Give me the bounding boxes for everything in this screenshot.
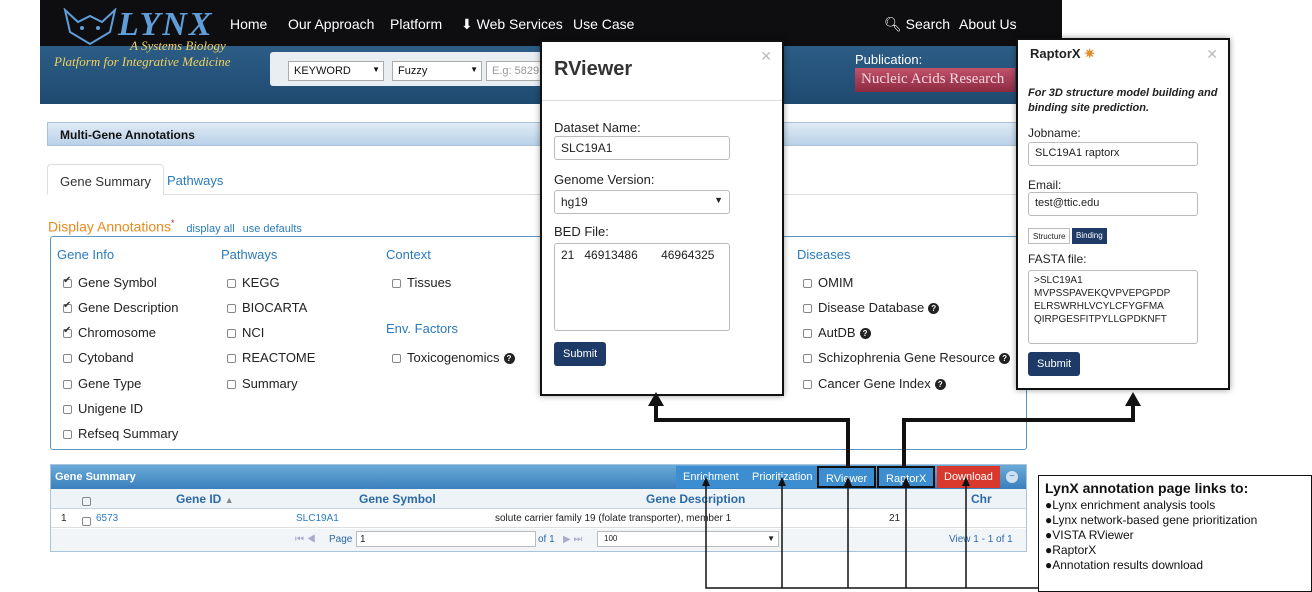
raptorx-arrow-path — [902, 404, 1135, 466]
note-item: ●Annotation results download — [1045, 558, 1204, 572]
note-item-text: Lynx network-based gene prioritization — [1052, 513, 1258, 527]
note-item-text: Annotation results download — [1052, 558, 1204, 572]
raptorx-arrow-head — [1125, 392, 1141, 406]
note-item-text: RaptorX — [1052, 543, 1097, 557]
download-link-arrowhead — [962, 477, 970, 486]
raptorx-link-arrowhead — [902, 477, 910, 486]
rviewer-arrow-head — [648, 392, 664, 406]
note-item-text: VISTA RViewer — [1052, 528, 1134, 542]
rviewer-link-arrowhead — [844, 477, 852, 486]
rviewer-arrow-path — [654, 404, 850, 466]
note-item: ●Lynx enrichment analysis tools — [1045, 498, 1216, 512]
note-title: LynX annotation page links to: — [1045, 480, 1249, 496]
note-item: ●RaptorX — [1045, 543, 1097, 557]
note-item: ●VISTA RViewer — [1045, 528, 1134, 542]
annotation-links-note: LynX annotation page links to: ●Lynx enr… — [1038, 475, 1312, 592]
note-item: ●Lynx network-based gene prioritization — [1045, 513, 1258, 527]
note-item-text: Lynx enrichment analysis tools — [1052, 498, 1216, 512]
enrichment-link-arrowhead — [702, 477, 710, 486]
enrichment-link-line — [705, 484, 1038, 589]
prioritization-link-arrowhead — [778, 477, 786, 486]
